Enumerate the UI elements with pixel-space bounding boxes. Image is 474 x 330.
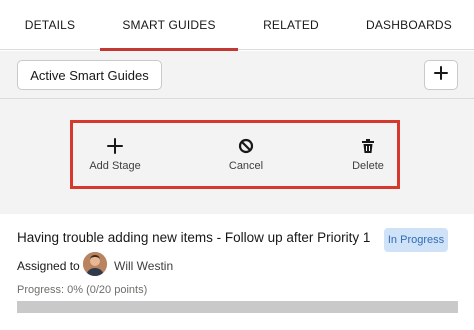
tab-details[interactable]: DETAILS [0,0,100,50]
delete-button[interactable]: Delete [328,136,408,176]
progress-bar [17,301,458,313]
tab-smart-guides[interactable]: SMART GUIDES [100,0,238,51]
tab-label: DETAILS [24,18,76,32]
cancel-label: Cancel [228,160,264,172]
add-guide-button[interactable] [424,60,458,90]
assignee-name[interactable]: Will Westin [114,259,173,273]
tab-label: DASHBOARDS [365,18,453,32]
add-stage-label: Add Stage [89,160,141,172]
tab-related[interactable]: RELATED [238,0,344,50]
cancel-button[interactable]: Cancel [206,136,286,176]
add-stage-button[interactable]: Add Stage [75,136,155,176]
ban-icon [238,136,254,156]
guide-title[interactable]: Having trouble adding new items - Follow… [17,230,370,245]
active-smart-guides-label: Active Smart Guides [30,67,149,83]
active-smart-guides-button[interactable]: Active Smart Guides [17,60,162,90]
plus-icon [433,65,449,86]
assigned-to-label: Assigned to [17,259,80,273]
tab-label: SMART GUIDES [122,18,216,32]
tab-label: RELATED [263,18,319,32]
trash-icon [360,136,376,156]
avatar [83,252,107,276]
tab-dashboards[interactable]: DASHBOARDS [344,0,474,50]
plus-icon [107,136,123,156]
status-badge: In Progress [384,228,448,252]
delete-label: Delete [352,160,384,172]
tab-bar: DETAILS SMART GUIDES RELATED DASHBOARDS [0,0,474,51]
progress-text: Progress: 0% (0/20 points) [17,284,148,296]
